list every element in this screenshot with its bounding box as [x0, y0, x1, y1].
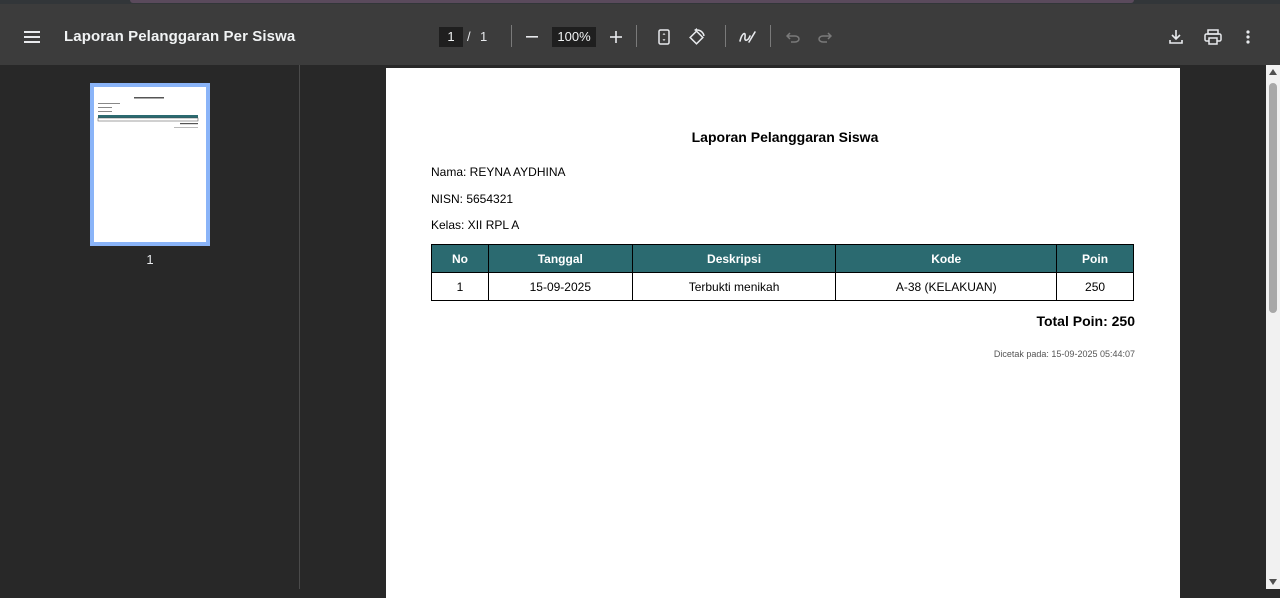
- page-number-input[interactable]: 1: [439, 27, 463, 47]
- table-cell: 15-09-2025: [487, 272, 633, 301]
- fit-page-button[interactable]: [650, 23, 678, 51]
- violation-table: No Tanggal Deskripsi Kode Poin 1 15-09-2…: [431, 244, 1134, 301]
- table-row: 1 15-09-2025 Terbukti menikah A-38 (KELA…: [431, 272, 1134, 301]
- download-icon: [1169, 30, 1183, 44]
- menu-button[interactable]: [18, 23, 46, 51]
- toolbar-divider: [511, 25, 512, 47]
- table-cell: A-38 (KELAKUAN): [835, 272, 1058, 301]
- total-pages: 1: [480, 29, 488, 44]
- document-viewer: Laporan Pelanggaran Siswa Nama: REYNA AY…: [301, 65, 1266, 598]
- undo-icon: [786, 32, 800, 43]
- total-points: Total Poin: 250: [1036, 313, 1135, 329]
- scroll-up-arrow-icon: [1269, 69, 1277, 75]
- fit-page-icon: [658, 29, 670, 45]
- rotate-icon: [689, 28, 705, 45]
- table-header-row: No Tanggal Deskripsi Kode Poin: [431, 244, 1134, 273]
- page-thumbnail[interactable]: [90, 83, 210, 246]
- thumbnail-preview: [97, 97, 199, 128]
- document-title: Laporan Pelanggaran Per Siswa: [64, 28, 296, 45]
- scroll-up-button[interactable]: [1266, 65, 1280, 79]
- toolbar-divider: [770, 25, 771, 47]
- more-options-button[interactable]: [1234, 23, 1262, 51]
- zoom-out-button[interactable]: [518, 23, 546, 51]
- annotate-button[interactable]: [734, 23, 762, 51]
- column-header: No: [431, 244, 489, 273]
- table-cell: Terbukti menikah: [631, 272, 837, 301]
- tab-edge: [130, 0, 1134, 3]
- toolbar-divider: [725, 25, 726, 47]
- zoom-out-icon: [526, 36, 538, 38]
- scroll-down-arrow-icon: [1269, 579, 1277, 585]
- pdf-toolbar: Laporan Pelanggaran Per Siswa 1 / 1 100%: [0, 4, 1280, 65]
- rotate-button[interactable]: [683, 23, 711, 51]
- column-header: Kode: [835, 244, 1058, 273]
- redo-button[interactable]: [811, 23, 839, 51]
- zoom-in-button[interactable]: [602, 23, 630, 51]
- report-title-text: Laporan Pelanggaran Siswa: [691, 129, 879, 145]
- student-nisn: NISN: 5654321: [431, 192, 514, 206]
- table-cell: 250: [1056, 272, 1134, 301]
- menu-icon: [24, 31, 40, 43]
- table-cell: 1: [431, 272, 489, 301]
- column-header: Deskripsi: [631, 244, 837, 273]
- print-icon: [1204, 29, 1222, 45]
- student-name: Nama: REYNA AYDHINA: [431, 165, 566, 179]
- zoom-input[interactable]: 100%: [552, 27, 596, 47]
- page-separator: /: [467, 29, 471, 44]
- toolbar-divider: [636, 25, 637, 47]
- thumbnail-sidebar: 1: [0, 65, 300, 589]
- zoom-in-icon: [610, 31, 622, 43]
- scroll-down-button[interactable]: [1266, 575, 1280, 589]
- pdf-page: Laporan Pelanggaran Siswa Nama: REYNA AY…: [386, 68, 1180, 598]
- report-title: Laporan Pelanggaran Siswa: [386, 129, 1180, 145]
- scroll-thumb[interactable]: [1269, 83, 1277, 313]
- print-button[interactable]: [1199, 23, 1227, 51]
- annotate-icon: [739, 31, 756, 43]
- column-header: Poin: [1056, 244, 1134, 273]
- thumbnail-page-number: 1: [146, 252, 154, 267]
- column-header: Tanggal: [487, 244, 633, 273]
- redo-icon: [818, 32, 832, 43]
- download-button[interactable]: [1162, 23, 1190, 51]
- printed-timestamp: Dicetak pada: 15-09-2025 05:44:07: [993, 349, 1135, 359]
- undo-button[interactable]: [779, 23, 807, 51]
- vertical-scrollbar[interactable]: [1266, 65, 1280, 589]
- more-icon: [1246, 30, 1250, 44]
- student-class: Kelas: XII RPL A: [431, 218, 520, 232]
